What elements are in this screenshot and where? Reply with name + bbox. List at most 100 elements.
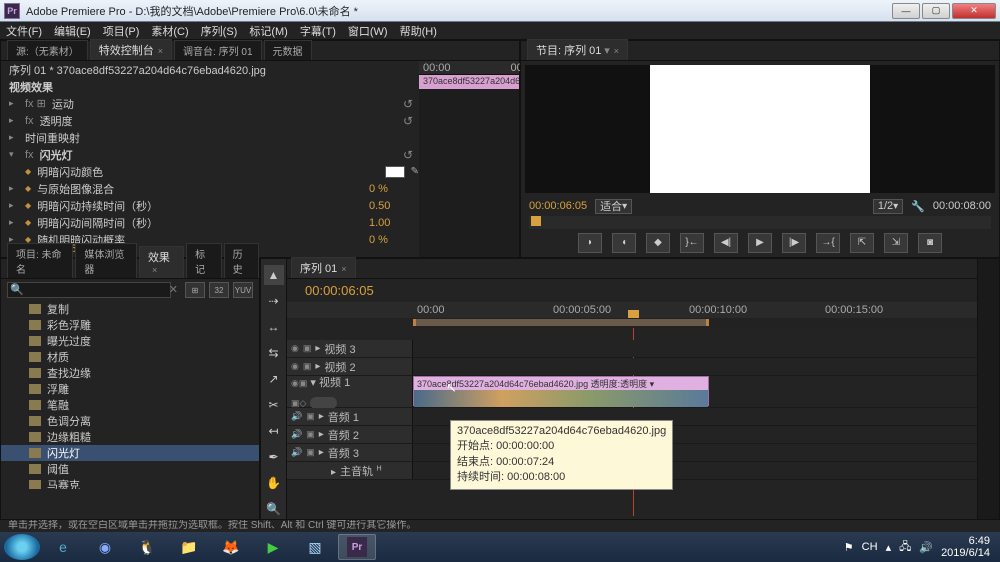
effect-item[interactable]: 材质 bbox=[1, 349, 259, 365]
resolution-select[interactable]: 1/2 ▾ bbox=[873, 199, 903, 214]
effects-search-input[interactable] bbox=[7, 282, 171, 298]
tray-clock[interactable]: 6:492019/6/14 bbox=[941, 535, 990, 559]
menu-title[interactable]: 字幕(T) bbox=[300, 23, 336, 39]
fx-motion[interactable]: ▸fx ⊞ 运动↺ bbox=[1, 95, 419, 112]
slip-tool[interactable]: ↤ bbox=[264, 421, 284, 441]
effect-item[interactable]: 边缘粗糙 bbox=[1, 429, 259, 445]
tab-project[interactable]: 项目: 未命名 bbox=[7, 243, 73, 278]
fx-mini-clip[interactable]: 370ace8df53227a204d64c76eba bbox=[419, 75, 519, 89]
timeline-ruler[interactable]: 00:0000:00:05:0000:00:10:0000:00:15:00 bbox=[287, 302, 977, 318]
effect-item[interactable]: 查找边缘 bbox=[1, 365, 259, 381]
goto-in-button[interactable]: }← bbox=[680, 233, 704, 253]
fx-duration[interactable]: ▸◆ 明暗闪动持续时间（秒）0.50 bbox=[1, 197, 419, 214]
work-area-bar[interactable] bbox=[413, 318, 977, 328]
taskbar-ie-icon[interactable]: e bbox=[44, 534, 82, 560]
tab-metadata[interactable]: 元数据 bbox=[264, 40, 312, 60]
effect-item[interactable]: 闪光灯 bbox=[1, 445, 259, 461]
mark-out-button[interactable]: ◖ bbox=[612, 233, 636, 253]
tab-source[interactable]: 源:（无素材） bbox=[7, 40, 88, 60]
effect-item[interactable]: 笔融 bbox=[1, 397, 259, 413]
effect-item[interactable]: 浮雕 bbox=[1, 381, 259, 397]
program-monitor[interactable] bbox=[525, 65, 995, 193]
menu-clip[interactable]: 素材(C) bbox=[151, 23, 188, 39]
fx-mini-ruler[interactable]: 00:0000:00:05:00 bbox=[419, 61, 519, 75]
fx-filter-yuv[interactable]: YUV bbox=[233, 282, 253, 298]
taskbar-qq-icon[interactable]: 🐧 bbox=[128, 534, 166, 560]
effect-item[interactable]: 色调分离 bbox=[1, 413, 259, 429]
fx-period[interactable]: ▸◆ 明暗闪动间隔时间（秒）1.00 bbox=[1, 214, 419, 231]
playhead-icon[interactable] bbox=[531, 216, 541, 226]
taskbar-player-icon[interactable]: ▶ bbox=[254, 534, 292, 560]
track-v3[interactable]: ◉▣ ▸ 视频 3 bbox=[287, 340, 977, 358]
tab-effect-controls[interactable]: 特效控制台× bbox=[90, 39, 172, 60]
wrench-icon[interactable]: 🔧 bbox=[911, 200, 925, 213]
track-v1[interactable]: ◉▣ ▾ 视频 1▣◇ 370ace8df53227a204d64c76ebad… bbox=[287, 376, 977, 408]
lift-button[interactable]: ⇱ bbox=[850, 233, 874, 253]
menu-sequence[interactable]: 序列(S) bbox=[201, 23, 238, 39]
effect-item[interactable]: 阈值 bbox=[1, 461, 259, 477]
hand-tool[interactable]: ✋ bbox=[264, 473, 284, 493]
fx-filter-accel[interactable]: ⊞ bbox=[185, 282, 205, 298]
tab-sequence[interactable]: 序列 01× bbox=[291, 257, 356, 278]
zoom-fit-select[interactable]: 适合 ▾ bbox=[595, 199, 632, 214]
effect-item[interactable]: 马赛克 bbox=[1, 477, 259, 489]
fx-time-remap[interactable]: ▸ 时间重映射 bbox=[1, 129, 419, 146]
tab-effects[interactable]: 效果× bbox=[139, 246, 184, 278]
effects-tree[interactable]: 复制彩色浮雕曝光过度材质查找边缘浮雕笔融色调分离边缘粗糙闪光灯阈值马赛克▸ 视频… bbox=[1, 301, 259, 489]
tray-flag-icon[interactable]: ⚑ bbox=[844, 541, 854, 554]
clear-search-icon[interactable]: ✕ bbox=[169, 283, 178, 296]
menu-file[interactable]: 文件(F) bbox=[6, 23, 42, 39]
system-tray[interactable]: ⚑ CH ▴ 🖧 🔊 6:492019/6/14 bbox=[844, 535, 996, 559]
tray-lang[interactable]: CH bbox=[862, 541, 878, 553]
taskbar-paint-icon[interactable]: ▧ bbox=[296, 534, 334, 560]
menu-edit[interactable]: 编辑(E) bbox=[54, 23, 91, 39]
razor-tool[interactable]: ✂ bbox=[264, 395, 284, 415]
tab-audio-mixer[interactable]: 调音台: 序列 01 bbox=[174, 40, 261, 60]
zoom-tool[interactable]: 🔍 bbox=[264, 499, 284, 519]
effect-item[interactable]: 彩色浮雕 bbox=[1, 317, 259, 333]
add-marker-button[interactable]: ◆ bbox=[646, 233, 670, 253]
menu-window[interactable]: 窗口(W) bbox=[348, 23, 388, 39]
tab-program[interactable]: 节目: 序列 01 ▾× bbox=[527, 39, 628, 60]
fx-blend[interactable]: ▸◆ 与原始图像混合0 % bbox=[1, 180, 419, 197]
pen-tool[interactable]: ✒ bbox=[264, 447, 284, 467]
step-back-button[interactable]: ◀| bbox=[714, 233, 738, 253]
tray-chevron-up-icon[interactable]: ▴ bbox=[886, 541, 892, 554]
effect-item[interactable]: 复制 bbox=[1, 301, 259, 317]
minimize-button[interactable]: — bbox=[892, 3, 920, 19]
track-v2[interactable]: ◉▣ ▸ 视频 2 bbox=[287, 358, 977, 376]
ripple-tool[interactable]: ↔ bbox=[264, 317, 284, 337]
fx-strobe[interactable]: ▾fx 闪光灯↺ bbox=[1, 146, 419, 163]
extract-button[interactable]: ⇲ bbox=[884, 233, 908, 253]
export-frame-button[interactable]: ◙ bbox=[918, 233, 942, 253]
timeline-timecode[interactable]: 00:00:06:05 bbox=[287, 279, 977, 302]
menu-project[interactable]: 项目(P) bbox=[103, 23, 140, 39]
rolling-tool[interactable]: ⇆ bbox=[264, 343, 284, 363]
start-button[interactable] bbox=[4, 534, 40, 560]
taskbar-premiere-icon[interactable]: Pr bbox=[338, 534, 376, 560]
play-button[interactable]: ▶ bbox=[748, 233, 772, 253]
tab-media-browser[interactable]: 媒体浏览器 bbox=[75, 243, 137, 278]
goto-out-button[interactable]: →{ bbox=[816, 233, 840, 253]
program-tc-current[interactable]: 00:00:06:05 bbox=[529, 200, 587, 212]
fx-filter-32bit[interactable]: 32 bbox=[209, 282, 229, 298]
selection-tool[interactable]: ▲ bbox=[264, 265, 284, 285]
timeline-clip[interactable]: 370ace8df53227a204d64c76ebad4620.jpg 透明度… bbox=[413, 376, 709, 406]
maximize-button[interactable]: ▢ bbox=[922, 3, 950, 19]
close-button[interactable]: ✕ bbox=[952, 3, 996, 19]
effect-item[interactable]: 曝光过度 bbox=[1, 333, 259, 349]
fx-opacity[interactable]: ▸fx 透明度↺ bbox=[1, 112, 419, 129]
program-scrubber[interactable] bbox=[529, 216, 991, 229]
taskbar-explorer-icon[interactable]: 📁 bbox=[170, 534, 208, 560]
tray-network-icon[interactable]: 🖧 bbox=[899, 538, 911, 557]
tab-history[interactable]: 历史 bbox=[224, 243, 259, 278]
fx-strobe-color[interactable]: ◆ 明暗闪动颜色 ✎ bbox=[1, 163, 419, 180]
step-fwd-button[interactable]: |▶ bbox=[782, 233, 806, 253]
taskbar-app1-icon[interactable]: ◉ bbox=[86, 534, 124, 560]
mark-in-button[interactable]: ◗ bbox=[578, 233, 602, 253]
taskbar-firefox-icon[interactable]: 🦊 bbox=[212, 534, 250, 560]
tray-volume-icon[interactable]: 🔊 bbox=[919, 541, 933, 554]
rate-stretch-tool[interactable]: ↗ bbox=[264, 369, 284, 389]
track-select-tool[interactable]: ⇢ bbox=[264, 291, 284, 311]
menu-help[interactable]: 帮助(H) bbox=[400, 23, 437, 39]
